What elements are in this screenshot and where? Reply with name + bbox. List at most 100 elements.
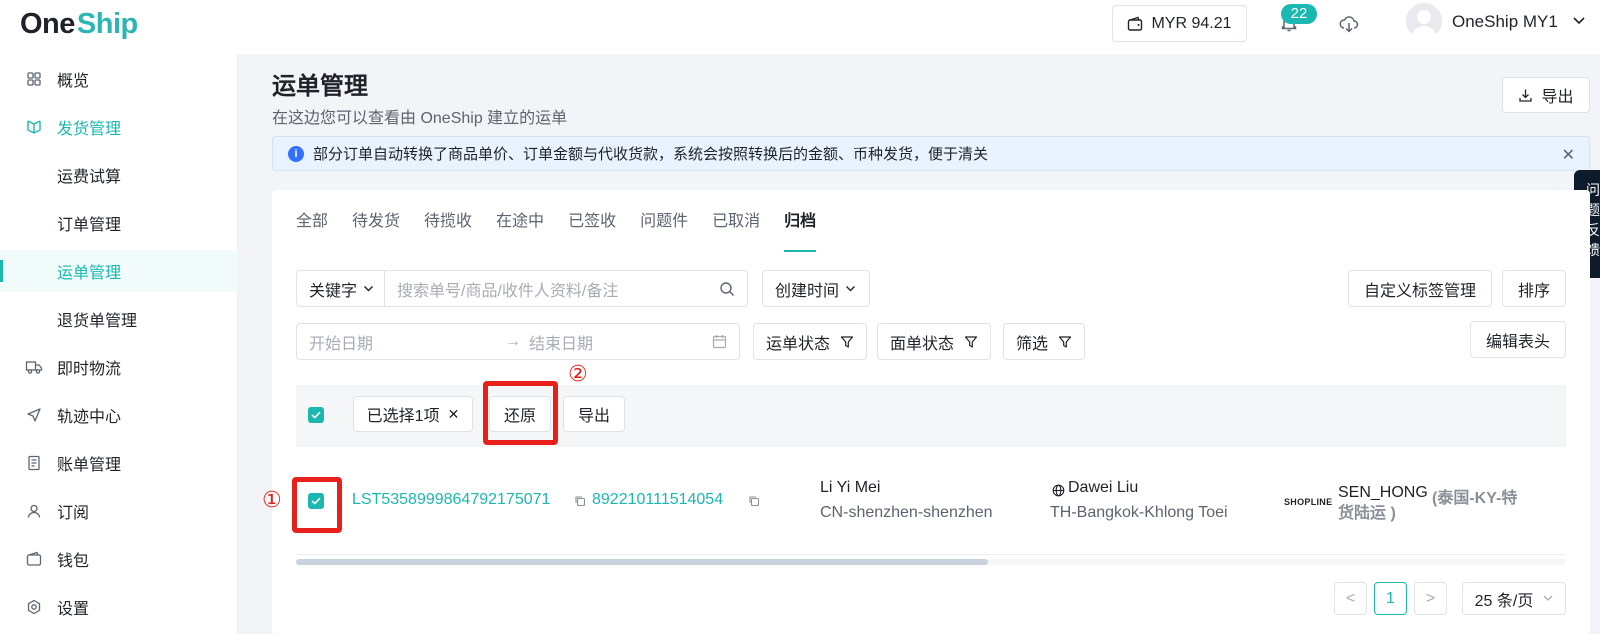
keyword-select[interactable]: 关键字 xyxy=(296,270,385,307)
selected-count-chip[interactable]: 已选择1项 ✕ xyxy=(353,396,473,432)
created-time-select[interactable]: 创建时间 xyxy=(762,270,870,307)
scrollbar-thumb[interactable] xyxy=(296,559,988,565)
sidebar-item-wallet[interactable]: 钱包 xyxy=(0,538,238,580)
logo-one: One xyxy=(20,7,75,40)
globe-icon xyxy=(1052,484,1065,497)
sidebar-item-subscription[interactable]: 订阅 xyxy=(0,490,238,532)
notice-text: 部分订单自动转换了商品单价、订单金额与代收货款，系统会按照转换后的金额、币种发货… xyxy=(313,146,989,163)
order-number-link[interactable]: 892210111514054 xyxy=(592,491,723,509)
page-size-select[interactable]: 25 条/页 xyxy=(1462,582,1566,615)
select-all-checkbox[interactable] xyxy=(308,407,324,423)
sidebar-item-settings[interactable]: 设置 xyxy=(0,586,238,628)
parcel-icon xyxy=(25,118,43,136)
table-row[interactable]: LST5358999864792175071 892210111514054 L… xyxy=(296,447,1566,555)
chevron-down-icon xyxy=(1543,595,1553,601)
sidebar-item-label: 退货单管理 xyxy=(57,313,138,330)
page-size-label: 25 条/页 xyxy=(1474,592,1534,610)
user-name[interactable]: OneShip MY1 xyxy=(1452,12,1558,32)
more-filter-button[interactable]: 筛选 xyxy=(1003,323,1085,360)
sidebar-item-label: 钱包 xyxy=(57,553,90,570)
tracking-number-link[interactable]: LST5358999864792175071 xyxy=(352,491,550,509)
close-icon[interactable]: ✕ xyxy=(1562,145,1575,165)
tab-all[interactable]: 全部 xyxy=(296,210,340,254)
filter-icon xyxy=(840,335,854,348)
send-icon xyxy=(25,406,43,424)
bulk-export-label: 导出 xyxy=(577,408,610,425)
recipient-location: TH-Bangkok-Khlong Toei xyxy=(1050,504,1228,521)
chevron-down-icon xyxy=(846,285,856,291)
wallet-icon xyxy=(25,550,43,568)
carrier-desc-line1: (泰国-KY-特 xyxy=(1432,490,1518,507)
sidebar: 概览 发货管理 运费试算 订单管理 运单管理 退货单管理 即时物流 轨迹中心 账… xyxy=(0,54,238,634)
sidebar-item-billing[interactable]: 账单管理 xyxy=(0,442,238,484)
annotation-marker-1: ① xyxy=(262,487,282,512)
waybill-status-label: 运单状态 xyxy=(766,335,831,353)
waybill-status-filter[interactable]: 运单状态 xyxy=(753,323,867,360)
filter-icon xyxy=(964,335,978,348)
horizontal-scrollbar[interactable] xyxy=(296,559,1566,565)
sidebar-item-label: 订单管理 xyxy=(57,217,122,234)
gear-icon xyxy=(25,598,43,616)
sender-location: CN-shenzhen-shenzhen xyxy=(820,504,993,521)
date-range-picker[interactable]: 开始日期 → 结束日期 xyxy=(296,323,740,360)
filter-icon xyxy=(1058,335,1072,348)
tab-problem[interactable]: 问题件 xyxy=(628,210,700,254)
copy-icon[interactable] xyxy=(748,495,760,507)
logo-ship: Ship xyxy=(76,7,138,40)
sidebar-item-waybills[interactable]: 运单管理 xyxy=(0,250,238,292)
sidebar-item-label: 订阅 xyxy=(57,505,90,522)
recipient-name: Dawei Liu xyxy=(1068,479,1139,496)
sidebar-item-instant-logistics[interactable]: 即时物流 xyxy=(0,346,238,388)
label-status-filter[interactable]: 面单状态 xyxy=(877,323,991,360)
arrow-right-icon: → xyxy=(505,332,521,350)
bill-icon xyxy=(25,454,43,472)
sidebar-item-freight-calc[interactable]: 运费试算 xyxy=(0,154,238,196)
sidebar-item-overview[interactable]: 概览 xyxy=(0,58,238,100)
page-1-button[interactable]: 1 xyxy=(1374,582,1407,615)
cloud-download-icon[interactable] xyxy=(1338,13,1360,35)
calendar-icon xyxy=(712,335,727,349)
copy-icon[interactable] xyxy=(574,495,586,507)
sidebar-item-orders[interactable]: 订单管理 xyxy=(0,202,238,244)
next-page-button[interactable]: > xyxy=(1414,582,1447,615)
sidebar-item-returns[interactable]: 退货单管理 xyxy=(0,298,238,340)
info-icon: i xyxy=(288,146,304,162)
tab-cancelled[interactable]: 已取消 xyxy=(700,210,772,254)
tab-in-transit[interactable]: 在途中 xyxy=(484,210,556,254)
export-button-label: 导出 xyxy=(1541,89,1574,106)
top-bar: One Ship MYR 94.21 22 OneShip MY1 xyxy=(0,0,1600,54)
sidebar-item-label: 运费试算 xyxy=(57,169,122,186)
notice-banner: i 部分订单自动转换了商品单价、订单金额与代收货款，系统会按照转换后的金额、币种… xyxy=(272,136,1590,171)
wallet-amount: MYR 94.21 xyxy=(1151,14,1232,32)
close-icon[interactable]: ✕ xyxy=(448,406,460,423)
sidebar-item-label: 运单管理 xyxy=(57,265,122,282)
sender-name: Li Yi Mei xyxy=(820,479,881,496)
oneship-logo[interactable]: One Ship xyxy=(20,6,138,42)
wallet-balance-button[interactable]: MYR 94.21 xyxy=(1112,5,1247,42)
chevron-down-icon xyxy=(364,285,374,291)
prev-page-button[interactable]: < xyxy=(1334,582,1367,615)
sidebar-item-tracking[interactable]: 轨迹中心 xyxy=(0,394,238,436)
avatar[interactable] xyxy=(1406,3,1442,39)
truck-icon xyxy=(25,358,43,376)
sidebar-item-label: 设置 xyxy=(57,601,90,618)
chevron-down-icon[interactable] xyxy=(1572,16,1586,26)
edit-columns-button[interactable]: 编辑表头 xyxy=(1470,321,1566,358)
carrier-desc-line2: 货陆运 ) xyxy=(1338,505,1396,522)
sort-label: 排序 xyxy=(1517,282,1550,300)
custom-tag-button[interactable]: 自定义标签管理 xyxy=(1348,270,1492,307)
sort-button[interactable]: 排序 xyxy=(1502,270,1566,307)
tab-archived[interactable]: 归档 xyxy=(772,210,828,254)
export-button[interactable]: 导出 xyxy=(1502,77,1590,113)
tab-pending-pickup[interactable]: 待揽收 xyxy=(412,210,484,254)
tab-delivered[interactable]: 已签收 xyxy=(556,210,628,254)
selected-count-label: 已选择1项 xyxy=(366,408,440,425)
search-icon[interactable] xyxy=(719,281,735,297)
sidebar-item-label: 概览 xyxy=(57,73,90,90)
sidebar-item-shipping[interactable]: 发货管理 xyxy=(0,106,238,148)
tab-pending-shipment[interactable]: 待发货 xyxy=(340,210,412,254)
sidebar-item-label: 发货管理 xyxy=(57,121,122,138)
bulk-export-button[interactable]: 导出 xyxy=(563,396,625,432)
download-icon xyxy=(1519,89,1533,102)
search-input[interactable]: 搜索单号/商品/收件人资料/备注 xyxy=(384,270,748,307)
